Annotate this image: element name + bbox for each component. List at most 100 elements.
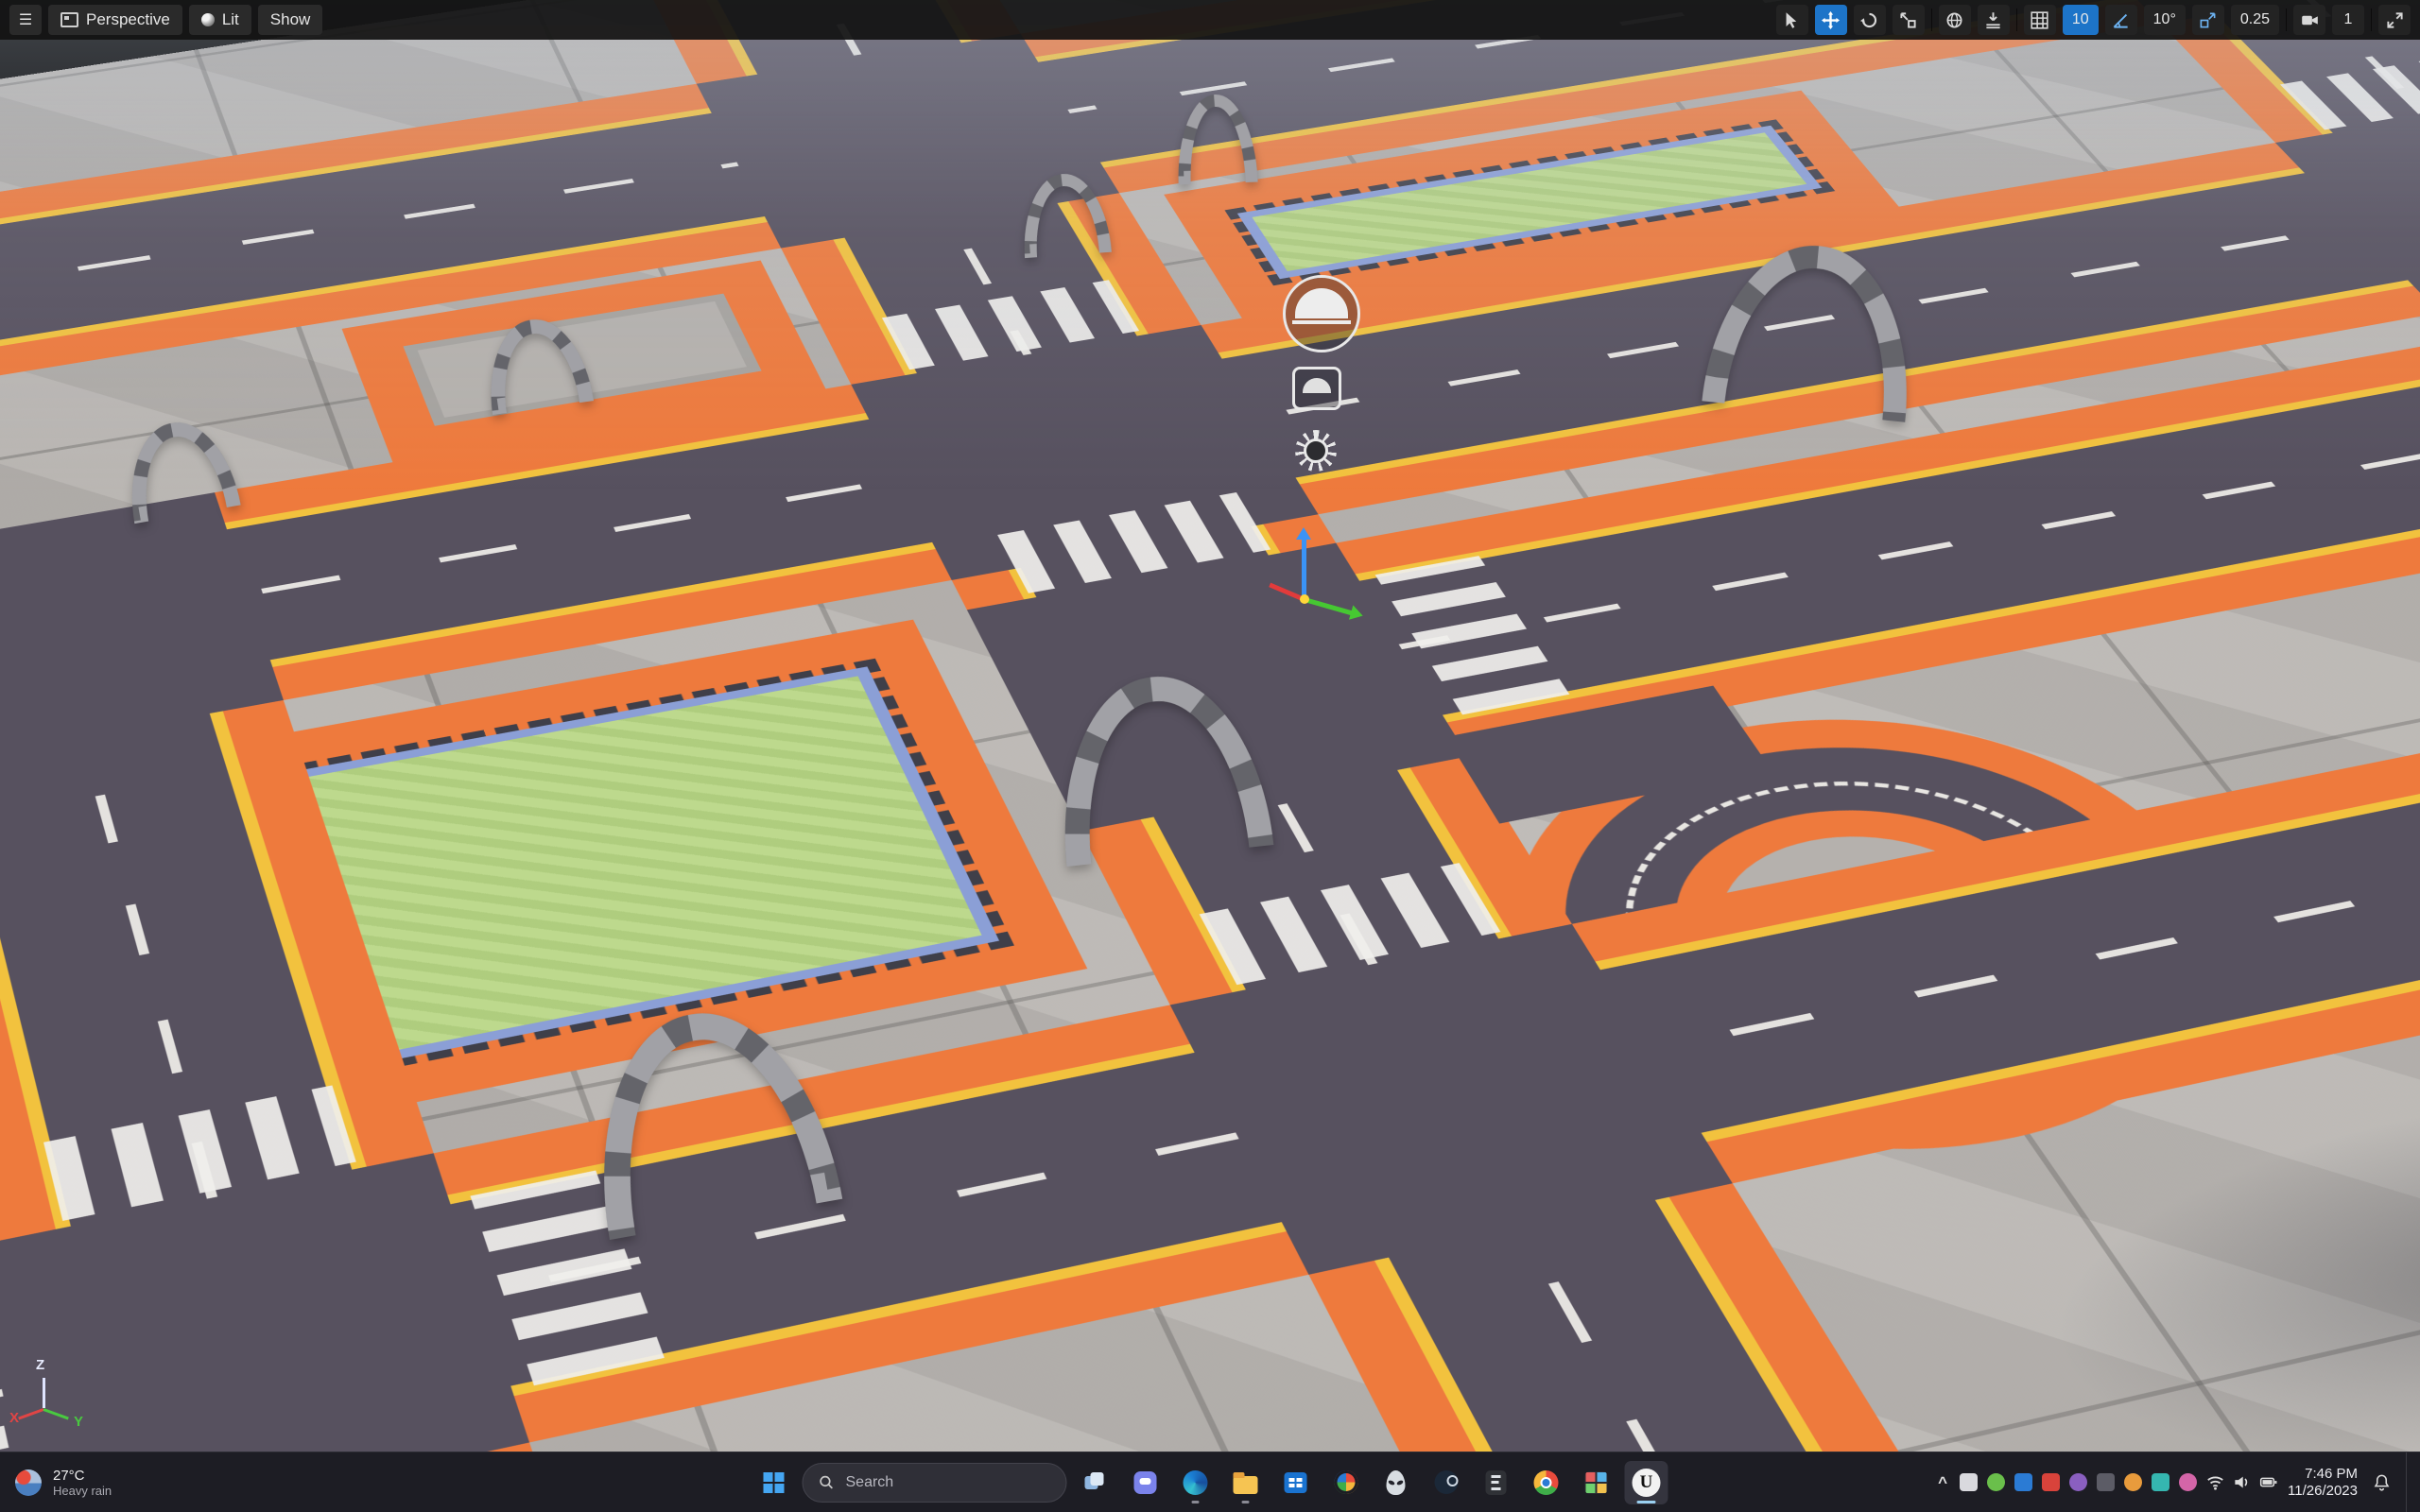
select-tool-button[interactable] xyxy=(1775,5,1808,35)
weather-condition: Heavy rain xyxy=(53,1483,112,1498)
file-explorer-icon xyxy=(1233,1471,1258,1494)
scale-snap-value[interactable]: 0.25 xyxy=(2230,5,2279,35)
taskbar-center: U xyxy=(752,1452,1668,1512)
scale-icon xyxy=(1900,11,1916,28)
rotation-snap-toggle-button[interactable] xyxy=(2104,5,2137,35)
tray-icon-4[interactable] xyxy=(2042,1473,2061,1491)
start-button[interactable] xyxy=(752,1461,796,1504)
taskbar-app-grid[interactable] xyxy=(1575,1461,1618,1504)
transform-gizmo[interactable] xyxy=(1253,527,1357,633)
taskbar-app-chrome[interactable] xyxy=(1525,1461,1568,1504)
rotate-tool-button[interactable] xyxy=(1853,5,1886,35)
toolbar-separator xyxy=(1930,9,1932,31)
task-view-button[interactable] xyxy=(1074,1461,1117,1504)
hidden-icons-chevron[interactable]: ^ xyxy=(1935,1473,1950,1492)
show-dropdown[interactable]: Show xyxy=(257,5,323,35)
widgets-weather-button[interactable]: 27°C Heavy rain xyxy=(0,1452,127,1512)
wifi-icon xyxy=(2207,1476,2223,1490)
weather-temperature: 27°C xyxy=(53,1467,85,1484)
lit-sphere-icon xyxy=(200,13,215,26)
axis-gizmo: Z X Y xyxy=(9,1357,100,1442)
tray-icon-6[interactable] xyxy=(2097,1473,2116,1491)
angle-snap-icon xyxy=(2113,13,2128,28)
taskbar-app-file-explorer[interactable] xyxy=(1224,1461,1268,1504)
sun-light-gizmo[interactable] xyxy=(1295,430,1337,472)
perspective-dropdown[interactable]: Perspective xyxy=(48,5,182,35)
hamburger-menu-icon: ☰ xyxy=(18,12,33,28)
surface-snapping-button[interactable] xyxy=(1977,5,2010,35)
taskbar-app-photos[interactable] xyxy=(1324,1461,1368,1504)
viewport-toolbar-left: ☰ Perspective Lit Show xyxy=(9,5,323,35)
tray-icon-8[interactable] xyxy=(2152,1473,2170,1491)
grid-snap-icon xyxy=(2031,10,2048,29)
maximize-icon xyxy=(2386,11,2403,28)
scale-snap-toggle-button[interactable] xyxy=(2191,5,2224,35)
immersive-mode-button[interactable] xyxy=(2378,5,2411,35)
move-tool-button[interactable] xyxy=(1814,5,1847,35)
taskbar-app-alienware[interactable] xyxy=(1374,1461,1418,1504)
camera-speed-button[interactable] xyxy=(2293,5,2325,35)
alienware-icon xyxy=(1386,1469,1406,1495)
photos-icon xyxy=(1334,1470,1357,1494)
tray-icon-9[interactable] xyxy=(2179,1473,2198,1491)
battery-icon xyxy=(2259,1477,2277,1487)
clock-date: 11/26/2023 xyxy=(2288,1482,2358,1499)
rotation-snap-value[interactable]: 10° xyxy=(2143,5,2186,35)
axis-z-line xyxy=(43,1378,45,1408)
tray-icon-3[interactable] xyxy=(2014,1473,2033,1491)
world-space-toggle-button[interactable] xyxy=(1938,5,1971,35)
taskbar-app-epic-games[interactable] xyxy=(1475,1461,1518,1504)
camera-icon xyxy=(2301,15,2318,25)
axis-x-line xyxy=(18,1408,44,1420)
clock[interactable]: 7:46 PM 11/26/2023 xyxy=(2288,1466,2358,1500)
scale-tool-button[interactable] xyxy=(1892,5,1925,35)
rotate-icon xyxy=(1860,12,1877,27)
toolbar-separator xyxy=(2015,9,2017,31)
view-mode-dropdown[interactable]: Lit xyxy=(188,5,251,35)
viewport-toolbar-right: 10 10° 0.25 1 xyxy=(1775,5,2411,35)
gizmo-y-axis[interactable] xyxy=(1304,597,1353,616)
gizmo-origin[interactable] xyxy=(1300,594,1309,604)
search-icon xyxy=(820,1475,833,1489)
viewport-toolbar: ☰ Perspective Lit Show 10 10° 0.25 1 xyxy=(0,0,2420,40)
weather-icon xyxy=(15,1469,42,1496)
viewport-3d[interactable]: Z X Y ☰ Perspective Lit Show 10 10° 0.25… xyxy=(0,0,2420,1452)
search-box[interactable] xyxy=(802,1462,1067,1503)
axis-y-label: Y xyxy=(74,1414,84,1430)
grid-snap-toggle-button[interactable] xyxy=(2023,5,2056,35)
show-desktop-button[interactable] xyxy=(2406,1452,2412,1512)
steam-icon xyxy=(1434,1470,1458,1494)
sky-atmosphere-gizmo[interactable] xyxy=(1292,367,1341,410)
windows-taskbar: 27°C Heavy rain U xyxy=(0,1452,2420,1512)
search-input[interactable] xyxy=(843,1472,1051,1492)
move-icon xyxy=(1822,10,1841,29)
notification-center-button[interactable] xyxy=(2367,1473,2396,1491)
taskbar-app-chat[interactable] xyxy=(1124,1461,1167,1504)
chrome-icon xyxy=(1533,1469,1559,1495)
volume-icon xyxy=(2235,1476,2248,1488)
epic-games-icon xyxy=(1485,1469,1507,1495)
taskbar-app-unreal-engine[interactable]: U xyxy=(1624,1460,1668,1504)
taskbar-app-steam[interactable] xyxy=(1425,1461,1468,1504)
axis-x-label: X xyxy=(9,1410,20,1426)
lit-label: Lit xyxy=(221,10,239,28)
scale-snap-icon xyxy=(2200,12,2216,27)
toolbar-separator xyxy=(2371,9,2372,31)
grid-snap-value[interactable]: 10 xyxy=(2062,5,2099,35)
camera-speed-value[interactable]: 1 xyxy=(2332,5,2364,35)
tray-icon-7[interactable] xyxy=(2124,1473,2143,1491)
gizmo-z-axis[interactable] xyxy=(1296,527,1311,597)
tray-icon-1[interactable] xyxy=(1960,1473,1979,1491)
tray-icon-2[interactable] xyxy=(1987,1473,2006,1491)
app-grid-icon xyxy=(1584,1470,1608,1494)
viewport-options-menu-button[interactable]: ☰ xyxy=(9,5,42,35)
cursor-icon xyxy=(1786,11,1797,28)
system-tray: ^ 7:46 PM 11/26/2023 xyxy=(1935,1452,2420,1512)
taskbar-app-edge[interactable] xyxy=(1174,1461,1218,1504)
network-volume-battery-button[interactable] xyxy=(2206,1473,2278,1491)
taskbar-app-store[interactable] xyxy=(1274,1461,1318,1504)
sky-light-gizmo[interactable] xyxy=(1283,275,1360,352)
unreal-editor-screen: Z X Y ☰ Perspective Lit Show 10 10° 0.25… xyxy=(0,0,2420,1512)
globe-icon xyxy=(1946,11,1962,28)
tray-icon-5[interactable] xyxy=(2069,1473,2088,1491)
